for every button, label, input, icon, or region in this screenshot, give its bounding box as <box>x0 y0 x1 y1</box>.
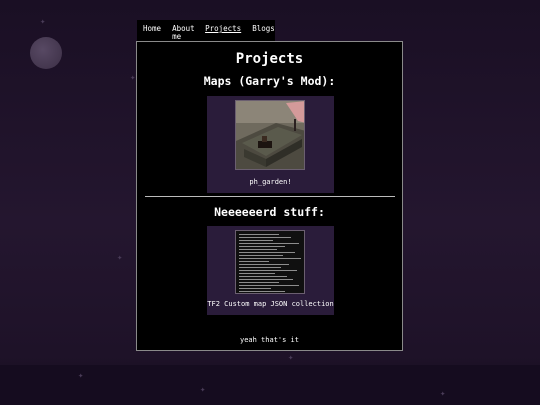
top-nav: Home About me Projects Blogs <box>137 20 275 42</box>
card-label-ph-garden[interactable]: ph_garden! <box>207 178 334 186</box>
section-divider <box>145 196 395 197</box>
project-card-tf2-json[interactable]: TF2 Custom map JSON collection <box>207 226 334 315</box>
star-icon: ✦ <box>78 371 84 381</box>
star-icon: ✦ <box>130 73 136 83</box>
star-icon: ✦ <box>117 253 123 263</box>
ph-garden-thumbnail[interactable] <box>235 100 305 170</box>
nav-projects[interactable]: Projects <box>199 20 246 42</box>
card-label-tf2-json[interactable]: TF2 Custom map JSON collection <box>207 300 334 308</box>
star-icon: ✦ <box>440 389 446 399</box>
page-title: Projects <box>235 51 304 67</box>
star-icon: ✦ <box>200 385 206 395</box>
nav-home[interactable]: Home <box>137 20 166 42</box>
projects-panel: Projects Maps (Garry's Mod): ph_garden! … <box>136 41 403 351</box>
section-heading-nerd-stuff: Neeeeeerd stuff: <box>214 205 325 219</box>
star-icon: ✦ <box>288 353 294 363</box>
star-icon: ✦ <box>40 17 46 27</box>
nav-about-me[interactable]: About me <box>166 20 199 42</box>
tf2-json-thumbnail[interactable] <box>235 230 305 294</box>
section-heading-maps: Maps (Garry's Mod): <box>203 74 336 88</box>
nav-blogs[interactable]: Blogs <box>246 20 280 42</box>
footer-note: yeah that's it <box>239 336 299 344</box>
project-card-ph-garden[interactable]: ph_garden! <box>207 96 334 193</box>
moon-decoration <box>30 37 62 69</box>
